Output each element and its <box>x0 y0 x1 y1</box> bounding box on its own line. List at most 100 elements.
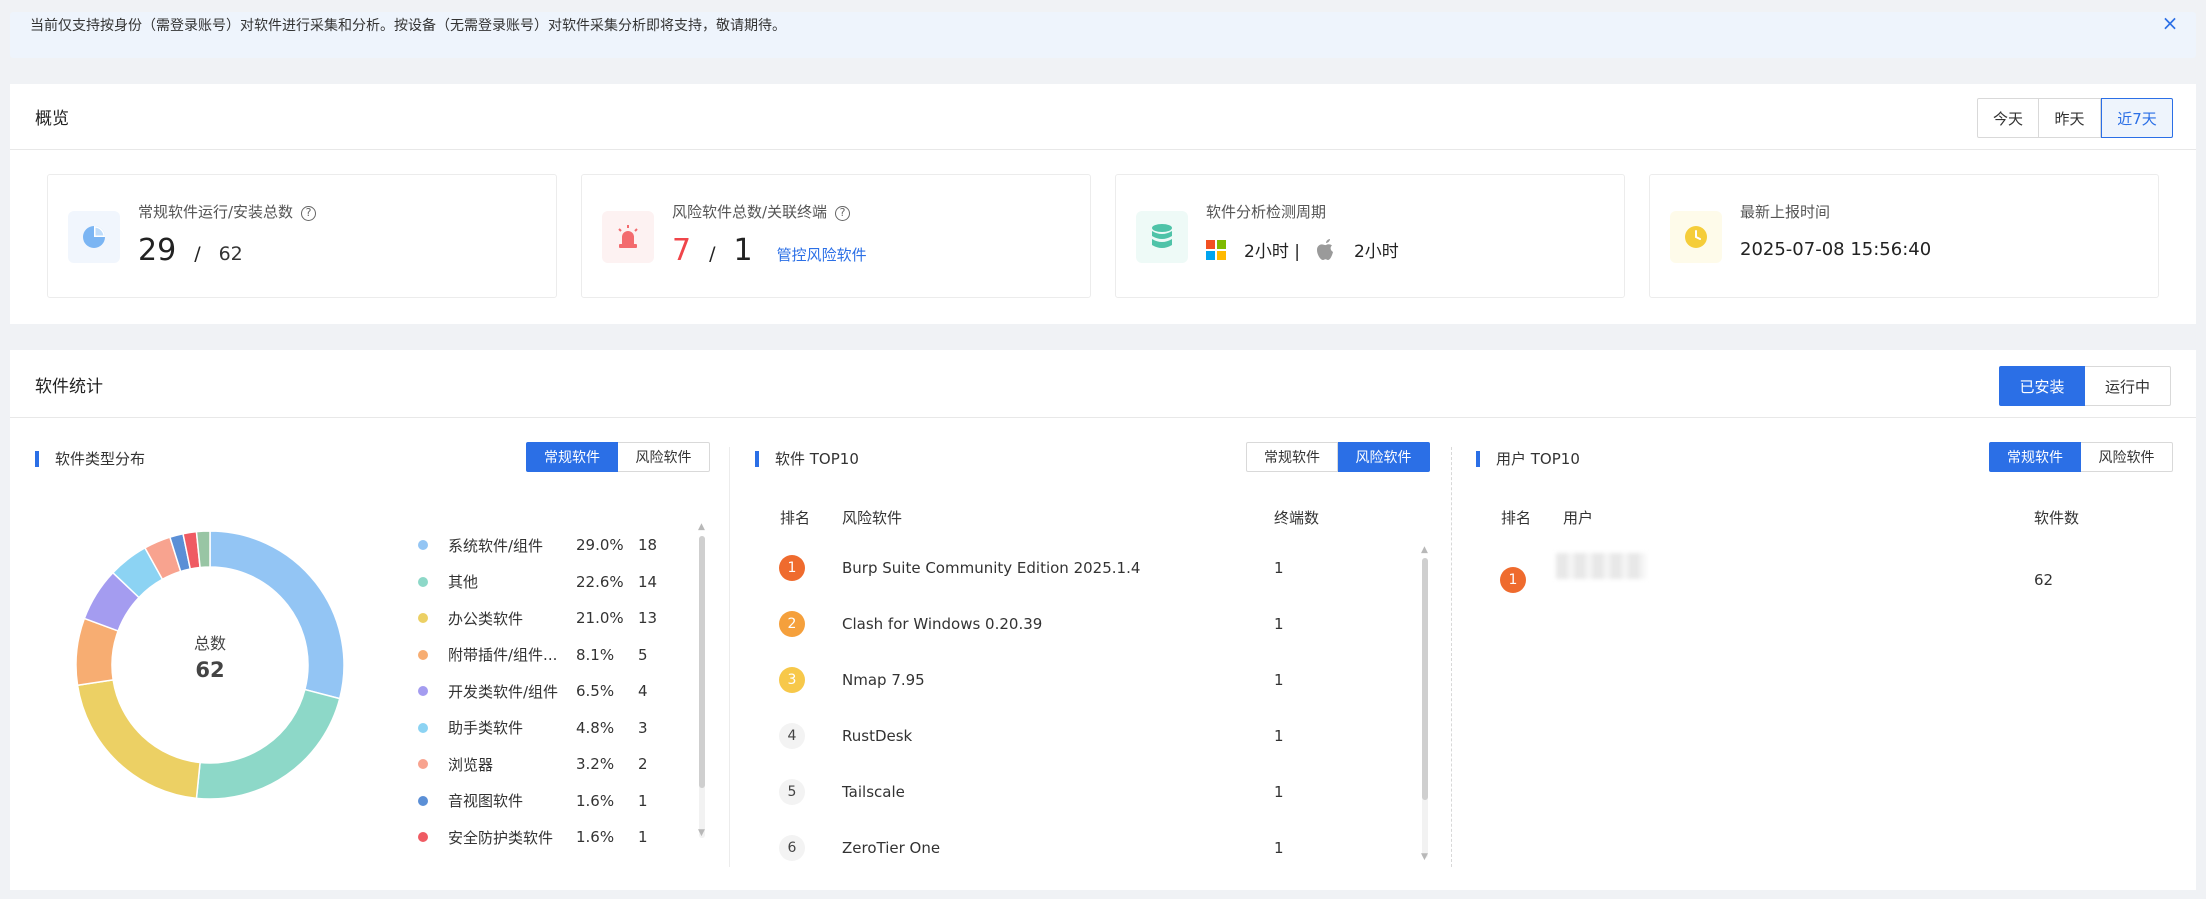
stats-divider <box>10 417 2196 418</box>
rank-badge: 6 <box>779 835 805 861</box>
legend-scroll-thumb[interactable] <box>699 536 705 788</box>
risk-software-value: 7 / 1 管控风险软件 <box>672 233 867 268</box>
user-top10-header: 用户 TOP10 <box>1476 448 1580 469</box>
top10-title: 软件 TOP10 <box>775 450 859 468</box>
database-icon <box>1136 211 1188 263</box>
windows-period: 2小时 | <box>1244 242 1300 262</box>
legend-percent: 22.6% <box>576 572 624 591</box>
manage-risk-link[interactable]: 管控风险软件 <box>777 244 867 265</box>
legend-label: 安全防护类软件 <box>448 828 554 847</box>
detection-period-label: 软件分析检测周期 <box>1206 203 1327 221</box>
stats-title: 软件统计 <box>35 377 103 397</box>
legend-item[interactable]: 音视图软件 1.6% 1 <box>418 791 678 811</box>
legend-label: 助手类软件 <box>448 719 524 737</box>
legend-swatch <box>418 722 428 733</box>
legend-item[interactable]: 办公类软件 21.0% 13 <box>418 608 678 628</box>
column-divider <box>729 447 730 867</box>
user-top10-risk-tab[interactable]: 风险软件 <box>2081 442 2173 472</box>
software-name[interactable]: RustDesk <box>842 727 912 745</box>
type-dist-normal-tab[interactable]: 常规软件 <box>526 442 618 472</box>
software-name[interactable]: Tailscale <box>842 783 905 801</box>
scroll-down-icon[interactable]: ▼ <box>698 828 705 838</box>
legend-item[interactable]: 附带插件/组件... 8.1% 5 <box>418 645 678 665</box>
legend-label: 办公类软件 <box>448 609 524 628</box>
legend-count: 5 <box>638 645 648 664</box>
risk-software-card: 风险软件总数/关联终端? 7 / 1 管控风险软件 <box>581 174 1091 298</box>
scroll-up-icon[interactable]: ▲ <box>1421 545 1428 555</box>
help-icon[interactable]: ? <box>835 206 851 221</box>
legend-percent: 1.6% <box>576 791 615 810</box>
legend-scrollbar[interactable] <box>699 536 705 838</box>
legend-item[interactable]: 浏览器 3.2% 2 <box>418 754 678 774</box>
terminal-count: 1 <box>1274 839 1284 857</box>
installed-mode-button[interactable]: 已安装 <box>1999 366 2085 406</box>
normal-software-value: 29 / 62 <box>138 233 243 268</box>
latest-report-card: 最新上报时间 2025-07-08 15:56:40 <box>1649 174 2159 298</box>
windows-icon <box>1206 239 1226 260</box>
scroll-down-icon[interactable]: ▼ <box>1421 852 1428 862</box>
terminal-count: 1 <box>1274 615 1284 633</box>
legend-item[interactable]: 系统软件/组件 29.0% 18 <box>418 535 678 555</box>
mac-period: 2小时 <box>1353 242 1399 262</box>
pie-chart-icon <box>68 211 120 263</box>
alarm-icon <box>602 211 654 263</box>
rank-badge: 2 <box>779 611 805 637</box>
range-7days-button[interactable]: 近7天 <box>2101 98 2173 138</box>
latest-report-label: 最新上报时间 <box>1740 203 1831 221</box>
running-mode-button[interactable]: 运行中 <box>2085 366 2171 406</box>
terminal-count: 1 <box>1274 727 1284 745</box>
legend-percent: 1.6% <box>576 828 615 846</box>
software-name[interactable]: Nmap 7.95 <box>842 671 925 689</box>
software-name[interactable]: Burp Suite Community Edition 2025.1.4 <box>842 559 1140 577</box>
software-name[interactable]: ZeroTier One <box>842 839 940 857</box>
legend-item[interactable]: 开发类软件/组件 6.5% 4 <box>418 681 678 701</box>
risk-total-count: 7 <box>672 233 692 268</box>
apple-icon <box>1316 238 1333 260</box>
detection-period-value: 2小时 | 2小时 <box>1206 237 1399 262</box>
legend-item[interactable]: 其他 22.6% 14 <box>418 572 678 592</box>
clock-icon <box>1670 211 1722 263</box>
legend-item[interactable]: 安全防护类软件 1.6% 1 <box>418 827 678 847</box>
legend-swatch <box>418 686 428 696</box>
user-top10-title: 用户 TOP10 <box>1496 450 1580 468</box>
legend-label: 附带插件/组件... <box>448 646 558 664</box>
donut-slice[interactable] <box>195 688 341 800</box>
legend-count: 14 <box>638 572 658 591</box>
legend-swatch <box>418 613 428 623</box>
legend-item[interactable]: 助手类软件 4.8% 3 <box>418 718 678 738</box>
legend-count: 1 <box>638 791 648 810</box>
user-top10-tabs: 常规软件 风险软件 <box>1989 442 2173 472</box>
legend-swatch <box>418 576 428 587</box>
top10-risk-tab[interactable]: 风险软件 <box>1338 442 1430 472</box>
range-today-button[interactable]: 今天 <box>1977 98 2039 138</box>
close-icon[interactable]: × <box>2158 11 2182 35</box>
user-software-count: 62 <box>2034 571 2054 589</box>
overview-title: 概览 <box>35 109 69 129</box>
section-marker <box>35 450 39 467</box>
legend-swatch <box>418 759 428 769</box>
top10-tabs: 常规软件 风险软件 <box>1246 442 1430 472</box>
top10-normal-tab[interactable]: 常规软件 <box>1246 442 1338 472</box>
range-yesterday-button[interactable]: 昨天 <box>2039 98 2101 138</box>
legend-count: 2 <box>638 755 648 773</box>
top10-scroll-thumb[interactable] <box>1422 558 1428 800</box>
legend-percent: 6.5% <box>576 682 615 700</box>
type-dist-risk-tab[interactable]: 风险软件 <box>618 442 710 472</box>
help-icon[interactable]: ? <box>301 206 317 221</box>
detection-period-card: 软件分析检测周期 2小时 | 2小时 <box>1115 174 1625 298</box>
terminal-count: 1 <box>1274 783 1284 801</box>
legend-label: 系统软件/组件 <box>448 536 544 555</box>
legend-percent: 8.1% <box>576 645 615 664</box>
top10-scrollbar[interactable] <box>1422 558 1428 858</box>
rank-badge: 1 <box>779 555 805 581</box>
user-top10-normal-tab[interactable]: 常规软件 <box>1989 442 2081 472</box>
value-separator: / <box>194 243 201 265</box>
donut-slice[interactable] <box>76 678 201 800</box>
overview-panel: 概览 今天 昨天 近7天 常规软件运行/安装总数? 29 / 62 风险软件总数… <box>10 84 2196 324</box>
terminal-count: 1 <box>1274 559 1284 577</box>
software-name[interactable]: Clash for Windows 0.20.39 <box>842 615 1042 633</box>
scroll-up-icon[interactable]: ▲ <box>698 522 705 532</box>
overview-divider <box>10 149 2196 150</box>
legend-percent: 3.2% <box>576 755 615 773</box>
legend-label: 浏览器 <box>448 755 494 774</box>
